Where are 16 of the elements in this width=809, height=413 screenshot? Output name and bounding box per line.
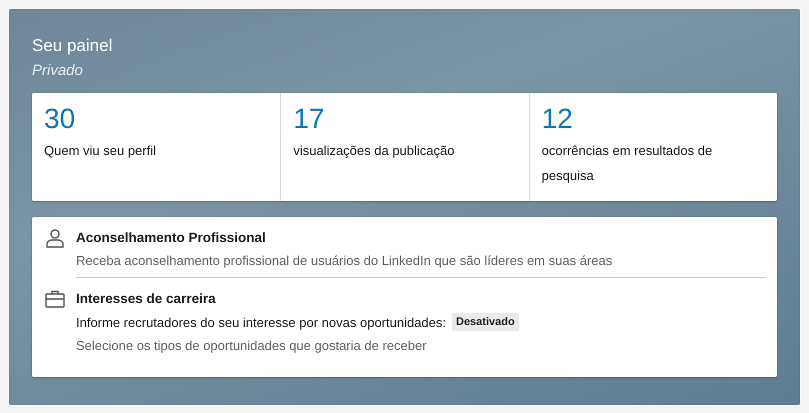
- stat-label: ocorrências em resultados de pesquisa: [542, 142, 714, 185]
- feature-description: Selecione os tipos de oportunidades que gostaria de receber: [76, 337, 428, 354]
- feature-status: Informe recrutadores do seu interesse por novas oportunidades:: [76, 314, 446, 330]
- feature-description: Receba aconselhamento profissional de usuários do LinkedIn que são líderes em suas áreas: [76, 252, 612, 269]
- stat-label: visualizações da publicação: [293, 142, 456, 160]
- stat-value[interactable]: 17: [293, 101, 324, 137]
- panel-subtitle: Privado: [32, 62, 84, 80]
- status-badge: Desativado: [452, 313, 519, 331]
- person-icon: [44, 227, 66, 249]
- feature-title[interactable]: Aconselhamento Profissional: [76, 229, 612, 246]
- stat-label: Quem viu seu perfil: [44, 142, 157, 160]
- stat-value[interactable]: 12: [542, 101, 573, 137]
- panel-title: Seu painel: [32, 35, 114, 57]
- stat-value[interactable]: 30: [44, 101, 76, 137]
- feature-title[interactable]: Interesses de carreira: [76, 290, 519, 307]
- briefcase-icon: [44, 288, 66, 310]
